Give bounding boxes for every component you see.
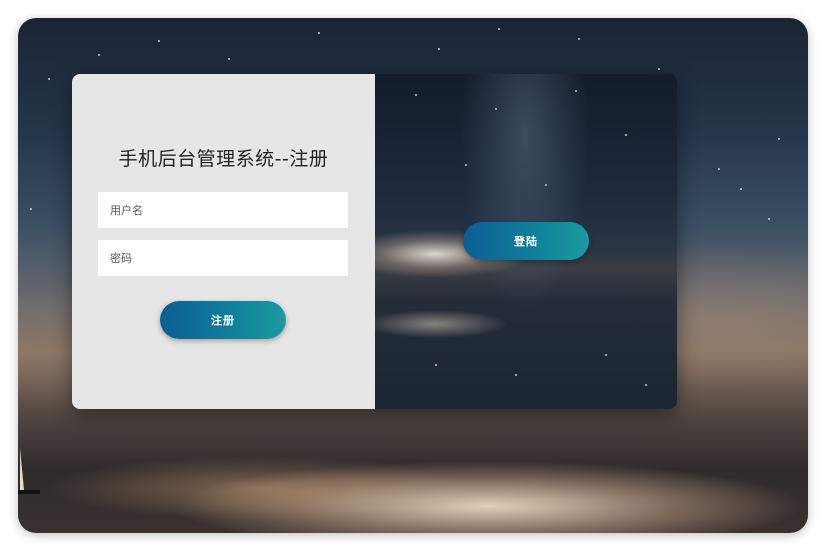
page-title: 手机后台管理系统--注册 — [118, 148, 329, 170]
password-input[interactable] — [98, 240, 348, 276]
username-input[interactable] — [98, 192, 348, 228]
register-panel: 手机后台管理系统--注册 注册 — [72, 74, 375, 409]
register-button[interactable]: 注册 — [160, 301, 286, 339]
login-side-panel: 登陆 — [375, 74, 677, 409]
login-button[interactable]: 登陆 — [463, 222, 589, 260]
sailboat-silhouette — [18, 448, 40, 494]
auth-card: 手机后台管理系统--注册 注册 登陆 — [72, 74, 677, 409]
